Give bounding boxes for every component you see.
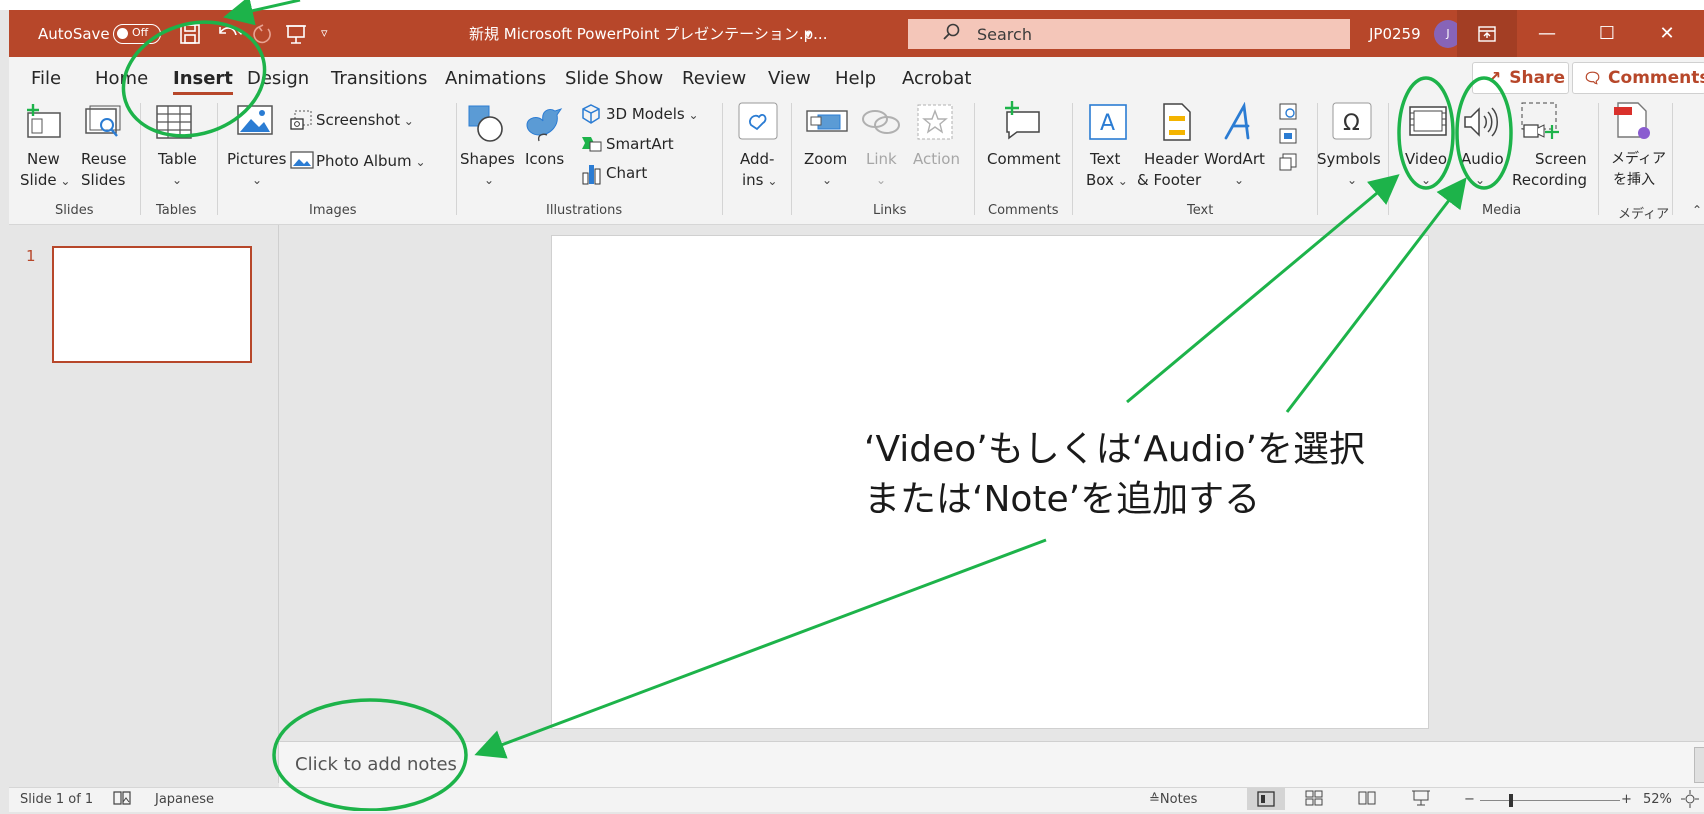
arrow-to-insert-tab [223,0,301,26]
arrow-to-notes [474,538,1047,759]
arrow-to-audio [1285,177,1467,413]
highlight-notes [272,698,468,811]
annotation-overlay [121,0,1513,811]
highlight-audio [1455,76,1513,190]
arrow-to-video [1126,174,1400,404]
highlight-insert-tab [121,20,267,138]
highlight-video [1397,76,1455,190]
